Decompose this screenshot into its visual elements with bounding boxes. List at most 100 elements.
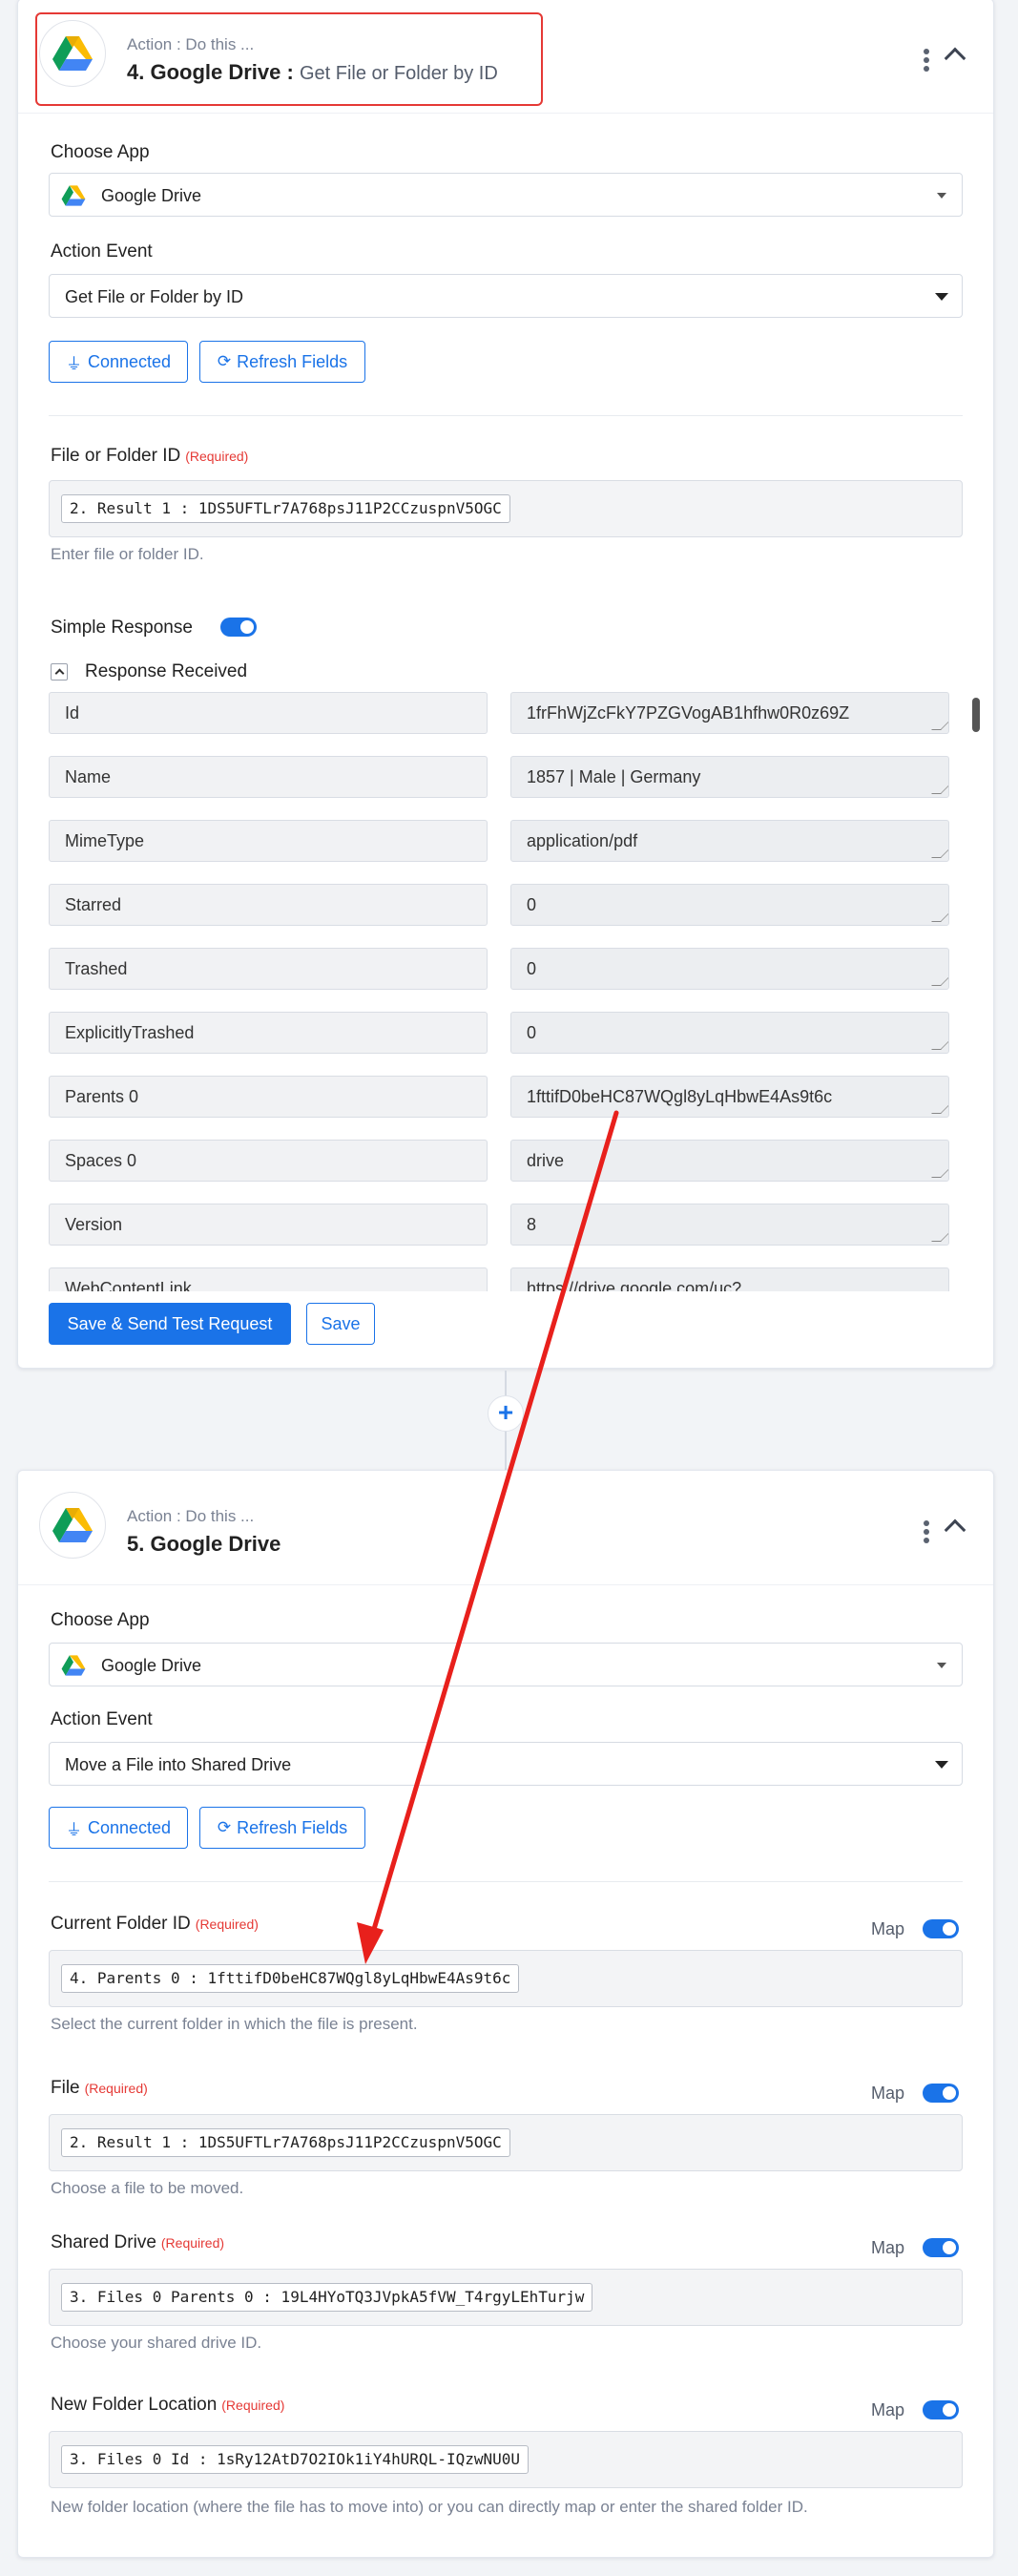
add-step-plus-icon[interactable]: + [488,1395,524,1432]
response-key: ExplicitlyTrashed [49,1012,488,1054]
connected-button[interactable]: ⏚ Connected [49,1807,188,1849]
annotation-highlight-box [35,12,543,106]
response-row: Name 1857 | Male | Germany [49,756,972,798]
current-folder-id-helper: Select the current folder in which the f… [51,2015,418,2033]
map-toggle[interactable] [923,2084,959,2103]
response-row: Starred 0 [49,884,972,926]
response-row: Spaces 0 drive [49,1140,972,1182]
mapped-value-pill[interactable]: 3. Files 0 Parents 0 : 19L4HYoTQ3JVpkA5f… [61,2283,593,2312]
response-value[interactable]: application/pdf [510,820,949,862]
response-row: Version 8 [49,1204,972,1246]
response-value[interactable]: 0 [510,948,949,990]
google-drive-logo-icon [39,1492,106,1559]
mapped-value-pill[interactable]: 2. Result 1 : 1DS5UFTLr7A768psJ11P2CCzus… [61,2128,510,2157]
mapped-value-pill[interactable]: 4. Parents 0 : 1fttifD0beHC87WQgl8yLqHbw… [61,1964,520,1993]
response-value[interactable]: 8 [510,1204,949,1246]
step-5-header[interactable]: Action : Do this ... 5. Google Drive [18,1471,993,1585]
response-collapse-icon[interactable] [51,663,68,681]
response-key: Version [49,1204,488,1246]
google-drive-icon [61,185,86,206]
response-value[interactable]: https://drive.google.com/uc? [510,1267,949,1291]
response-key: Trashed [49,948,488,990]
refresh-icon: ⟳ [217,1818,232,1836]
file-label: File (Required) [51,2078,148,2098]
response-list[interactable]: Id 1frFhWjZcFkY7PZGVogAB1hfhw0R0z69Z Name… [49,688,984,1291]
action-prefix: Action : Do this ... [127,1507,255,1525]
map-label: Map [871,1919,905,1938]
dropdown-caret-icon [935,1761,948,1769]
divider [49,415,963,416]
refresh-fields-button[interactable]: ⟳ Refresh Fields [199,1807,365,1849]
step-title: 5. Google Drive [127,1532,281,1556]
action-event-select[interactable]: Get File or Folder by ID [49,274,963,318]
response-value[interactable]: 1857 | Male | Germany [510,756,949,798]
current-folder-id-input[interactable]: 4. Parents 0 : 1fttifD0beHC87WQgl8yLqHbw… [49,1950,963,2007]
plug-icon: ⏚ [65,1820,82,1839]
google-drive-logo-icon [39,20,106,87]
shared-drive-label: Shared Drive (Required) [51,2232,225,2252]
step-5-card: Action : Do this ... 5. Google Drive Cho… [17,1470,994,2558]
shared-drive-input[interactable]: 3. Files 0 Parents 0 : 19L4HYoTQ3JVpkA5f… [49,2269,963,2326]
map-toggle[interactable] [923,2400,959,2419]
choose-app-value: Google Drive [101,186,202,205]
choose-app-select[interactable]: Google Drive [49,1643,963,1686]
simple-response-toggle[interactable] [220,618,257,637]
dropdown-caret-icon [937,1663,946,1668]
map-label: Map [871,2400,905,2419]
action-event-label: Action Event [51,1709,153,1729]
response-row: Trashed 0 [49,948,972,990]
map-label: Map [871,2084,905,2103]
mapped-value-pill[interactable]: 2. Result 1 : 1DS5UFTLr7A768psJ11P2CCzus… [61,494,510,523]
plug-icon: ⏚ [65,354,82,373]
step-4-card: Action : Do this ... 4. Google Drive : G… [17,0,994,1369]
file-helper: Choose a file to be moved. [51,2179,244,2197]
map-toggle[interactable] [923,1919,959,1938]
google-drive-icon [61,1655,86,1676]
save-and-send-test-button[interactable]: Save & Send Test Request [49,1303,291,1345]
response-row: WebContentLink https://drive.google.com/u… [49,1267,972,1291]
new-folder-location-input[interactable]: 3. Files 0 Id : 1sRy12AtD7O2IOk1iY4hURQL… [49,2431,963,2488]
action-event-select[interactable]: Move a File into Shared Drive [49,1742,963,1786]
connected-button[interactable]: ⏚ Connected [49,341,188,383]
current-folder-id-label: Current Folder ID (Required) [51,1914,259,1934]
collapse-chevron-icon[interactable] [944,1518,966,1541]
more-options-icon[interactable] [923,49,930,72]
dropdown-caret-icon [937,193,946,199]
refresh-fields-button[interactable]: ⟳ Refresh Fields [199,341,365,383]
mapped-value-pill[interactable]: 3. Files 0 Id : 1sRy12AtD7O2IOk1iY4hURQL… [61,2445,530,2474]
map-label: Map [871,2238,905,2257]
response-value[interactable]: 1frFhWjZcFkY7PZGVogAB1hfhw0R0z69Z [510,692,949,734]
response-value[interactable]: 0 [510,1012,949,1054]
response-key: Spaces 0 [49,1140,488,1182]
response-value[interactable]: 1fttifD0beHC87WQgl8yLqHbwE4As9t6c [510,1076,949,1118]
response-key: Id [49,692,488,734]
choose-app-label: Choose App [51,1610,150,1630]
file-input[interactable]: 2. Result 1 : 1DS5UFTLr7A768psJ11P2CCzus… [49,2114,963,2171]
action-event-label: Action Event [51,241,153,262]
response-received-label: Response Received [85,661,248,681]
more-options-icon[interactable] [923,1520,930,1543]
response-value[interactable]: drive [510,1140,949,1182]
map-toggle[interactable] [923,2238,959,2257]
save-button[interactable]: Save [306,1303,375,1345]
step-title: 4. Google Drive : Get File or Folder by … [127,60,498,84]
response-key: Starred [49,884,488,926]
action-event-value: Move a File into Shared Drive [65,1755,292,1774]
response-row: MimeType application/pdf [49,820,972,862]
response-value[interactable]: 0 [510,884,949,926]
new-folder-location-label: New Folder Location (Required) [51,2395,285,2415]
response-scrollbar[interactable] [972,698,980,732]
response-key: MimeType [49,820,488,862]
simple-response-label: Simple Response [51,618,193,638]
response-row: ExplicitlyTrashed 0 [49,1012,972,1054]
response-row: Parents 0 1fttifD0beHC87WQgl8yLqHbwE4As9t… [49,1076,972,1118]
file-or-folder-id-label: File or Folder ID (Required) [51,446,249,466]
file-or-folder-id-helper: Enter file or folder ID. [51,545,204,563]
file-or-folder-id-input[interactable]: 2. Result 1 : 1DS5UFTLr7A768psJ11P2CCzus… [49,480,963,537]
action-prefix: Action : Do this ... [127,35,255,53]
step-4-header[interactable]: Action : Do this ... 4. Google Drive : G… [18,0,993,114]
response-key: Name [49,756,488,798]
response-row: Id 1frFhWjZcFkY7PZGVogAB1hfhw0R0z69Z [49,692,972,734]
choose-app-select[interactable]: Google Drive [49,173,963,217]
collapse-chevron-icon[interactable] [944,47,966,70]
